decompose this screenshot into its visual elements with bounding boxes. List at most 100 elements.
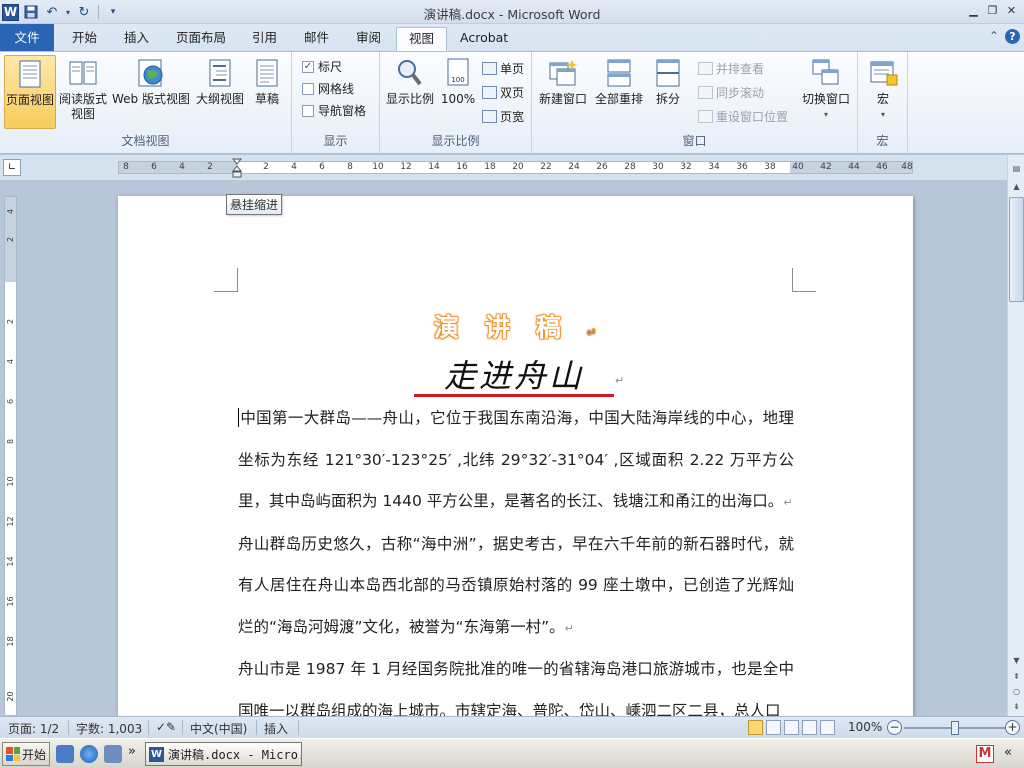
internet-explorer-icon[interactable] [80, 745, 98, 763]
next-page-icon[interactable]: ⇟ [1009, 699, 1024, 714]
new-window-button[interactable]: 新建窗口 [536, 55, 590, 129]
status-print-layout-icon[interactable] [748, 720, 763, 735]
tray-app-icon[interactable]: M [976, 745, 994, 763]
tab-view[interactable]: 视图 [396, 27, 448, 52]
close-icon[interactable]: ✕ [1003, 2, 1020, 19]
zoom-in-button[interactable]: + [1005, 720, 1020, 735]
tray-expand-icon[interactable]: « [1004, 745, 1012, 760]
vruler-number: 2 [6, 236, 15, 243]
page-width-button[interactable]: 页宽 [482, 108, 524, 125]
draft-label: 草稿 [254, 92, 279, 106]
switch-windows-button[interactable]: 切换窗口 ▾ [798, 55, 854, 129]
show-desktop-icon[interactable] [56, 745, 74, 763]
zoom-out-button[interactable]: − [887, 720, 902, 735]
web-layout-button[interactable]: Web 版式视图 [110, 55, 192, 129]
vertical-scrollbar[interactable]: ▤ ▲ ▼ ⇞ ○ ⇟ [1007, 155, 1024, 716]
media-player-icon[interactable] [104, 745, 122, 763]
redo-icon[interactable]: ↻ [75, 3, 93, 21]
body-text[interactable]: 中国第一大群岛——舟山，它位于我国东南沿海，中国大陆海岸线的中心，地理坐标为东经… [238, 398, 794, 716]
indent-marker-icon[interactable] [232, 158, 242, 178]
reset-window-position-button[interactable]: 重设窗口位置 [698, 108, 788, 125]
tab-acrobat[interactable]: Acrobat [448, 27, 520, 51]
arrange-all-button[interactable]: 全部重排 [592, 55, 646, 129]
word-count[interactable]: 字数: 1,003 [76, 720, 142, 737]
zoom-level[interactable]: 100% [848, 720, 882, 734]
macros-button[interactable]: 宏 ▾ [863, 55, 903, 129]
minimize-icon[interactable]: ▁ [965, 2, 982, 19]
navigation-pane-checkbox[interactable]: 导航窗格 [302, 102, 366, 119]
word-app-icon[interactable]: W [2, 3, 19, 21]
page-count[interactable]: 页面: 1/2 [8, 720, 59, 737]
customize-qat-icon[interactable]: ▾ [104, 3, 122, 21]
tab-home[interactable]: 开始 [60, 27, 109, 51]
tab-review[interactable]: 审阅 [344, 27, 393, 51]
page-width-icon [482, 110, 497, 123]
document-heading[interactable]: 演讲稿↵ [238, 308, 792, 344]
split-button[interactable]: 拆分 [648, 55, 688, 129]
print-layout-button[interactable]: 页面视图 [4, 55, 56, 129]
paragraph[interactable]: 中国第一大群岛——舟山，它位于我国东南沿海，中国大陆海岸线的中心，地理坐标为东经… [238, 398, 794, 524]
zoom-button[interactable]: 显示比例 [384, 55, 436, 129]
document-area[interactable]: 演讲稿↵ 走进舟山 ↵ 中国第一大群岛——舟山，它位于我国东南沿海，中国大陆海岸… [20, 180, 1007, 716]
reset-position-icon [698, 110, 713, 123]
one-page-button[interactable]: 单页 [482, 60, 524, 77]
scrollbar-thumb[interactable] [1009, 197, 1024, 302]
scroll-up-icon[interactable]: ▲ [1009, 179, 1024, 194]
document-title[interactable]: 走进舟山 [414, 358, 614, 397]
start-button[interactable]: 开始 [2, 742, 50, 766]
tab-mailings[interactable]: 邮件 [292, 27, 341, 51]
status-draft-icon[interactable] [820, 720, 835, 735]
previous-page-icon[interactable]: ⇞ [1009, 669, 1024, 684]
draft-button[interactable]: 草稿 [248, 55, 286, 129]
vruler-number: 4 [6, 358, 15, 365]
restore-icon[interactable]: ❐ [984, 2, 1001, 19]
taskbar-word-label: 演讲稿.docx - Micro... [168, 747, 301, 762]
quick-launch-more-icon[interactable]: » [128, 744, 136, 759]
one-page-label: 单页 [500, 62, 525, 76]
document-page[interactable]: 演讲稿↵ 走进舟山 ↵ 中国第一大群岛——舟山，它位于我国东南沿海，中国大陆海岸… [118, 196, 913, 716]
help-icon[interactable]: ? [1005, 29, 1020, 44]
language-indicator[interactable]: 中文(中国) [190, 720, 247, 737]
status-separator [182, 720, 183, 735]
two-pages-button[interactable]: 双页 [482, 84, 524, 101]
vertical-ruler[interactable]: 4 2 2 4 6 8 10 12 14 16 18 20 [4, 196, 17, 716]
horizontal-ruler[interactable]: ∟ 8 6 4 2 2 4 6 8 10 12 14 16 18 20 22 2… [0, 155, 1007, 180]
macros-icon [870, 61, 898, 86]
taskbar-word-window[interactable]: W 演讲稿.docx - Micro... [145, 742, 302, 766]
zoom-slider-thumb[interactable] [951, 721, 959, 735]
undo-dropdown-icon[interactable]: ▾ [64, 3, 72, 21]
view-side-by-side-button[interactable]: 并排查看 [698, 60, 764, 77]
ruler-checkbox[interactable]: ✓ 标尺 [302, 58, 342, 75]
save-icon[interactable] [22, 3, 40, 21]
undo-icon[interactable]: ↶ [43, 3, 61, 21]
tab-page-layout[interactable]: 页面布局 [164, 27, 238, 51]
show-group-label: 显示 [323, 134, 348, 148]
view-ruler-toggle-icon[interactable]: ▤ [1009, 161, 1024, 176]
zoom-100-button[interactable]: 100 100% [438, 55, 478, 129]
scroll-down-icon[interactable]: ▼ [1009, 653, 1024, 668]
status-outline-icon[interactable] [802, 720, 817, 735]
synchronous-scrolling-button[interactable]: 同步滚动 [698, 84, 764, 101]
status-web-layout-icon[interactable] [784, 720, 799, 735]
full-screen-reading-button[interactable]: 阅读版式 视图 [58, 55, 108, 129]
tab-references[interactable]: 引用 [240, 27, 289, 51]
tab-file[interactable]: 文件 [0, 24, 54, 51]
group-zoom: 显示比例 100 100% 单页 双页 页宽 显示比例 [380, 52, 532, 153]
tab-insert[interactable]: 插入 [112, 27, 161, 51]
one-page-icon [482, 62, 497, 75]
gridlines-checkbox[interactable]: 网格线 [302, 80, 354, 97]
paragraph[interactable]: 舟山市是 1987 年 1 月经国务院批准的唯一的省辖海岛港口旅游城市，也是全中… [238, 649, 794, 716]
insert-mode-indicator[interactable]: 插入 [264, 720, 288, 737]
print-layout-label: 页面视图 [5, 93, 54, 107]
outline-button[interactable]: 大纲视图 [194, 55, 246, 129]
ruler-number: 36 [736, 162, 748, 172]
spelling-check-icon[interactable]: ✓✎ [156, 720, 176, 734]
tab-bar-right: ⌃ ? [989, 29, 1020, 44]
status-reading-view-icon[interactable] [766, 720, 781, 735]
tab-selector-icon[interactable]: ∟ [3, 159, 21, 176]
paragraph[interactable]: 舟山群岛历史悠久，古称“海中洲”，据史考古，早在六千年前的新石器时代，就有人居住… [238, 524, 794, 650]
gridlines-box-icon [302, 82, 314, 95]
minimize-ribbon-icon[interactable]: ⌃ [989, 29, 999, 44]
magnifier-icon [398, 60, 422, 86]
browse-object-icon[interactable]: ○ [1009, 684, 1024, 699]
